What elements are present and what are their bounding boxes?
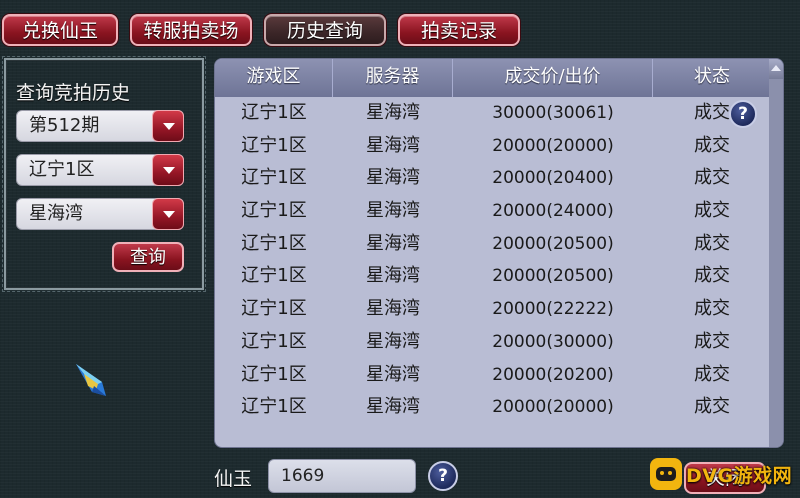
cell-price: 20000(20500) [492, 233, 614, 254]
table-row: 辽宁1区 星海湾 20000(20400) 成交 [215, 162, 771, 195]
query-panel: 查询竞拍历史 第512期 辽宁1区 星海湾 查询 [2, 56, 206, 292]
zone-select-value: 辽宁1区 [29, 159, 95, 180]
cell-status: 成交 [694, 396, 730, 418]
table-body: 辽宁1区 星海湾 30000(30061) 成交 辽宁1区 星海湾 20000(… [215, 97, 771, 424]
cell-price: 20000(24000) [492, 201, 614, 222]
help-icon[interactable]: ? [729, 100, 757, 128]
cell-price: 20000(20200) [492, 364, 614, 385]
cell-price: 30000(30061) [492, 103, 614, 123]
cell-zone: 辽宁1区 [241, 167, 307, 189]
cell-status: 成交 [694, 232, 730, 254]
cell-status: 成交 [694, 265, 730, 287]
cell-server: 星海湾 [366, 232, 420, 254]
cell-zone: 辽宁1区 [241, 330, 307, 352]
cell-server: 星海湾 [366, 134, 420, 156]
table-row: 辽宁1区 星海湾 20000(20500) 成交 [215, 228, 771, 261]
gamepad-logo-icon [650, 458, 682, 490]
table-row: 辽宁1区 星海湾 20000(20200) 成交 [215, 359, 771, 392]
cell-status: 成交 [694, 363, 730, 385]
chevron-down-icon[interactable] [152, 198, 184, 230]
cell-zone: 辽宁1区 [241, 265, 307, 287]
scrollbar[interactable] [769, 59, 783, 447]
jade-label: 仙玉 [214, 468, 253, 490]
close-button[interactable]: 关闭 [684, 462, 766, 494]
table-row: 辽宁1区 星海湾 20000(24000) 成交 [215, 195, 771, 228]
cell-zone: 辽宁1区 [241, 102, 307, 123]
table-row: 辽宁1区 星海湾 20000(20500) 成交 [215, 260, 771, 293]
cell-status: 成交 [694, 298, 730, 320]
scroll-up-icon[interactable] [769, 59, 783, 79]
cell-server: 星海湾 [366, 102, 420, 123]
table-row: 辽宁1区 星海湾 30000(30061) 成交 [215, 97, 771, 130]
cell-zone: 辽宁1区 [241, 134, 307, 156]
jade-balance-field: 1669 [268, 459, 416, 493]
cell-price: 20000(30000) [492, 331, 614, 352]
query-button[interactable]: 查询 [112, 242, 184, 272]
table-row: 辽宁1区 星海湾 20000(30000) 成交 [215, 326, 771, 359]
cell-zone: 辽宁1区 [241, 363, 307, 385]
period-select[interactable]: 第512期 [16, 110, 184, 142]
cell-price: 20000(20000) [492, 397, 614, 418]
cell-status: 成交 [694, 330, 730, 352]
cell-zone: 辽宁1区 [241, 200, 307, 222]
cell-zone: 辽宁1区 [241, 298, 307, 320]
cell-server: 星海湾 [366, 200, 420, 222]
tab-auction-records[interactable]: 拍卖记录 [398, 14, 520, 46]
cell-status: 成交 [694, 167, 730, 189]
server-select[interactable]: 星海湾 [16, 198, 184, 230]
column-header-zone: 游戏区 [215, 59, 333, 97]
table-header: 游戏区 服务器 成交价/出价 状态 [215, 59, 771, 97]
cell-zone: 辽宁1区 [241, 232, 307, 254]
cell-server: 星海湾 [366, 330, 420, 352]
help-icon[interactable]: ? [428, 461, 458, 491]
period-select-value: 第512期 [29, 115, 100, 136]
zone-select[interactable]: 辽宁1区 [16, 154, 184, 186]
column-header-server: 服务器 [333, 59, 453, 97]
cell-status: 成交 [694, 200, 730, 222]
table-row: 辽宁1区 星海湾 20000(20000) 成交 [215, 130, 771, 163]
cell-price: 20000(22222) [492, 299, 614, 320]
table-row: 辽宁1区 星海湾 20000(20000) 成交 [215, 391, 771, 424]
column-header-price: 成交价/出价 [453, 59, 653, 97]
table-row: 辽宁1区 星海湾 20000(22222) 成交 [215, 293, 771, 326]
cell-price: 20000(20400) [492, 168, 614, 189]
cell-zone: 辽宁1区 [241, 396, 307, 418]
cell-server: 星海湾 [366, 363, 420, 385]
cell-server: 星海湾 [366, 298, 420, 320]
auction-history-table: 游戏区 服务器 成交价/出价 状态 辽宁1区 星海湾 30000(30061) … [214, 58, 784, 448]
query-panel-title: 查询竞拍历史 [16, 82, 131, 104]
chevron-down-icon[interactable] [152, 154, 184, 186]
cell-server: 星海湾 [366, 265, 420, 287]
cell-price: 20000(20500) [492, 266, 614, 287]
server-select-value: 星海湾 [29, 203, 83, 224]
chevron-down-icon[interactable] [152, 110, 184, 142]
column-header-status: 状态 [694, 66, 730, 87]
cell-status: 成交 [694, 134, 730, 156]
cell-server: 星海湾 [366, 167, 420, 189]
cell-server: 星海湾 [366, 396, 420, 418]
tab-history-query[interactable]: 历史查询 [264, 14, 386, 46]
crystal-icon [76, 364, 106, 396]
tab-exchange-jade[interactable]: 兑换仙玉 [2, 14, 118, 46]
cell-price: 20000(20000) [492, 135, 614, 156]
tab-server-transfer-auction[interactable]: 转服拍卖场 [130, 14, 252, 46]
